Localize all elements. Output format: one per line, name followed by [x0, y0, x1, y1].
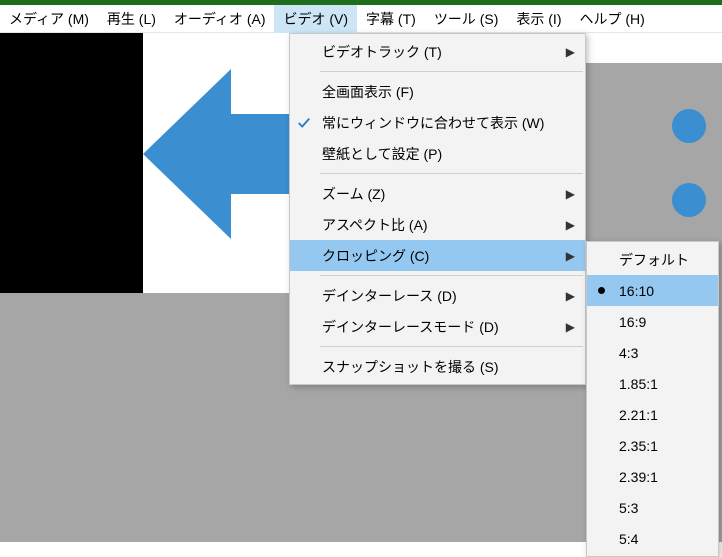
- video-menu-popup: ビデオトラック (T)▶全画面表示 (F)常にウィンドウに合わせて表示 (W)壁…: [289, 33, 586, 385]
- submenu-item[interactable]: 2.21:1: [587, 399, 718, 430]
- submenu-item[interactable]: 5:3: [587, 492, 718, 523]
- menu-item-label: アスペクト比 (A): [318, 215, 557, 235]
- menu-item[interactable]: スナップショットを撮る (S): [290, 351, 585, 382]
- submenu-item[interactable]: 16:9: [587, 306, 718, 337]
- menubar-item[interactable]: ヘルプ (H): [570, 5, 653, 33]
- submenu-item-label: 5:4: [615, 531, 708, 547]
- menubar-item[interactable]: 再生 (L): [98, 5, 165, 33]
- submenu-item[interactable]: 2.39:1: [587, 461, 718, 492]
- video-content-right: [580, 33, 722, 63]
- menu-item-label: 壁紙として設定 (P): [318, 144, 557, 164]
- menubar-item-label: メディア (M): [9, 11, 89, 27]
- menu-item[interactable]: 常にウィンドウに合わせて表示 (W): [290, 107, 585, 138]
- menu-item-label: 常にウィンドウに合わせて表示 (W): [318, 113, 557, 133]
- video-letterbox: [0, 33, 143, 293]
- check-icon: [297, 116, 311, 130]
- submenu-arrow-icon: ▶: [557, 45, 575, 59]
- submenu-item[interactable]: 2.35:1: [587, 430, 718, 461]
- submenu-item-label: 2.35:1: [615, 438, 708, 454]
- menu-item[interactable]: ビデオトラック (T)▶: [290, 36, 585, 67]
- menu-item-label: スナップショットを撮る (S): [318, 357, 557, 377]
- menubar-item-label: ヘルプ (H): [579, 11, 644, 27]
- menubar-item[interactable]: 表示 (I): [507, 5, 570, 33]
- menu-item[interactable]: アスペクト比 (A)▶: [290, 209, 585, 240]
- menu-item-label: ズーム (Z): [318, 184, 557, 204]
- menu-item[interactable]: 全画面表示 (F): [290, 76, 585, 107]
- submenu-arrow-icon: ▶: [557, 187, 575, 201]
- submenu-item-label: 2.21:1: [615, 407, 708, 423]
- video-dot-icon: [672, 109, 706, 143]
- menubar-item[interactable]: 字幕 (T): [357, 5, 425, 33]
- menubar-item[interactable]: オーディオ (A): [165, 5, 275, 33]
- submenu-item[interactable]: 4:3: [587, 337, 718, 368]
- video-dot-icon: [672, 183, 706, 217]
- submenu-item-label: 16:9: [615, 314, 708, 330]
- menu-item-label: ビデオトラック (T): [318, 42, 557, 62]
- menubar-item-label: ビデオ (V): [283, 11, 348, 27]
- submenu-item[interactable]: 16:10: [587, 275, 718, 306]
- submenu-item-label: 5:3: [615, 500, 708, 516]
- menu-item[interactable]: 壁紙として設定 (P): [290, 138, 585, 169]
- menu-item-label: 全画面表示 (F): [318, 82, 557, 102]
- menubar-item[interactable]: ツール (S): [425, 5, 508, 33]
- submenu-item-radio-column: [587, 287, 615, 294]
- menu-separator: [320, 71, 583, 72]
- submenu-arrow-icon: ▶: [557, 320, 575, 334]
- menu-item[interactable]: ズーム (Z)▶: [290, 178, 585, 209]
- menubar-item-label: 表示 (I): [516, 11, 561, 27]
- menu-item[interactable]: クロッピング (C)▶: [290, 240, 585, 271]
- menu-separator: [320, 173, 583, 174]
- submenu-arrow-icon: ▶: [557, 289, 575, 303]
- submenu-item-label: 16:10: [615, 283, 708, 299]
- menu-item-label: デインターレース (D): [318, 286, 557, 306]
- menu-item[interactable]: デインターレース (D)▶: [290, 280, 585, 311]
- menu-separator: [320, 275, 583, 276]
- video-content: [143, 33, 291, 293]
- menu-item[interactable]: デインターレースモード (D)▶: [290, 311, 585, 342]
- menu-item-check-column: [290, 116, 318, 130]
- menubar-item[interactable]: メディア (M): [0, 5, 98, 33]
- submenu-item-label: デフォルト: [615, 250, 708, 270]
- submenu-item[interactable]: 1.85:1: [587, 368, 718, 399]
- menubar: メディア (M) 再生 (L) オーディオ (A) ビデオ (V) 字幕 (T) ツール …: [0, 5, 722, 33]
- submenu-item-label: 1.85:1: [615, 376, 708, 392]
- menubar-item-label: ツール (S): [434, 11, 499, 27]
- menu-item-label: デインターレースモード (D): [318, 317, 557, 337]
- menubar-item-label: オーディオ (A): [174, 11, 266, 27]
- menubar-item-label: 字幕 (T): [366, 11, 416, 27]
- menubar-item[interactable]: ビデオ (V): [274, 5, 357, 33]
- submenu-item-label: 2.39:1: [615, 469, 708, 485]
- menubar-item-label: 再生 (L): [107, 11, 156, 27]
- radio-dot-icon: [598, 287, 605, 294]
- submenu-item[interactable]: 5:4: [587, 523, 718, 554]
- menu-separator: [320, 346, 583, 347]
- submenu-arrow-icon: ▶: [557, 249, 575, 263]
- cropping-submenu-popup: デフォルト 16:10 16:9 4:3 1.85:1 2.21:1 2.35:1 2.39:…: [586, 241, 719, 557]
- submenu-item[interactable]: デフォルト: [587, 244, 718, 275]
- submenu-item-label: 4:3: [615, 345, 708, 361]
- menu-item-label: クロッピング (C): [318, 246, 557, 266]
- submenu-arrow-icon: ▶: [557, 218, 575, 232]
